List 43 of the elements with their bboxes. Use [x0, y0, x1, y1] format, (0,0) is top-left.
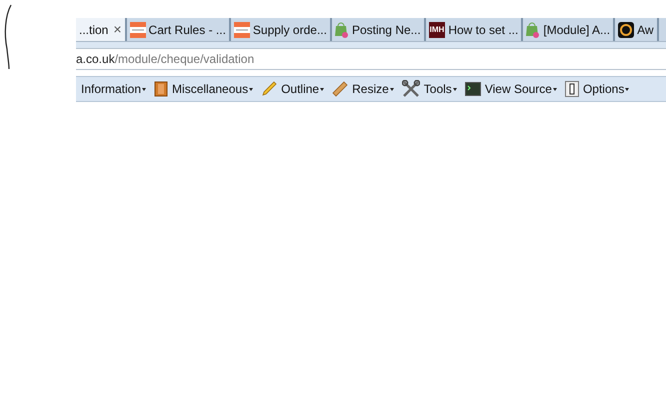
toolbar-menu-button[interactable]: Resize — [332, 80, 394, 98]
terminal-icon — [464, 82, 481, 96]
shopping-bag-icon — [334, 22, 349, 38]
toolbar-menu-button[interactable]: Miscellaneous — [154, 80, 254, 98]
tab-title: Cart Rules - ... — [148, 22, 226, 38]
address-bar[interactable]: a.co.uk/module/cheque/validation — [76, 48, 666, 70]
ruler-icon — [332, 81, 348, 97]
toolbar-menu-button[interactable]: Tools — [402, 80, 457, 98]
toolbar-menu-button[interactable]: Options — [564, 80, 630, 98]
close-tab-button[interactable]: × — [113, 19, 122, 40]
tab-title: How to set ... — [448, 22, 518, 38]
pencil-icon — [261, 81, 278, 97]
caret-icon — [320, 88, 324, 90]
toolbar-menu-button[interactable]: View Source — [464, 80, 557, 98]
shopping-bag-icon — [526, 22, 540, 38]
browser-tab[interactable]: Cart Rules - ... — [126, 18, 231, 41]
caret-icon — [452, 88, 457, 90]
browser-tab[interactable]: IMH How to set ... — [426, 18, 524, 41]
favicon-icon — [234, 22, 250, 38]
browser-tab[interactable]: ...tion × — [76, 18, 127, 41]
caret-icon — [249, 88, 254, 90]
tab-title: [Module] A... — [543, 22, 610, 38]
switch-icon — [564, 81, 579, 97]
toolbar-menu-button[interactable]: Information — [81, 80, 146, 98]
tab-title: Posting Ne... — [352, 22, 421, 38]
browser-tab[interactable]: [Module] A... — [523, 18, 616, 41]
pen-stroke — [3, 4, 13, 70]
url-path: /module/cheque/validation — [114, 51, 254, 68]
emblem-icon — [618, 22, 634, 38]
caret-icon — [142, 88, 146, 90]
caret-icon — [552, 88, 557, 90]
caret-icon — [625, 88, 630, 90]
toolbar-menu-button[interactable]: Outline — [261, 80, 324, 98]
url-host: a.co.uk — [76, 51, 115, 68]
browser-tab[interactable]: Aw — [615, 18, 659, 41]
favicon-icon — [130, 22, 146, 38]
tab-title: Supply orde... — [252, 22, 327, 38]
favicon-icon: IMH — [428, 22, 446, 38]
tab-title: Aw — [637, 22, 654, 38]
tools-icon — [402, 80, 420, 98]
book-icon — [154, 81, 168, 97]
tab-title: ...tion — [79, 22, 108, 38]
caret-icon — [390, 88, 394, 90]
